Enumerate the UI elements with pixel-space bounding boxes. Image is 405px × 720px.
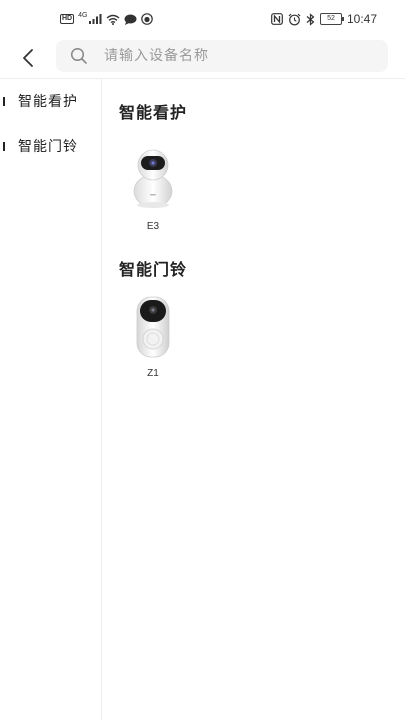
search-header	[0, 38, 405, 78]
status-bar-right: 52 10:47	[271, 12, 377, 26]
category-sidebar: 智能看护 智能门铃	[0, 79, 102, 720]
chat-icon	[124, 14, 137, 25]
chevron-left-icon	[23, 49, 33, 67]
wifi-icon	[107, 14, 120, 25]
bluetooth-icon	[306, 12, 315, 26]
alarm-icon	[288, 13, 301, 25]
status-bar-left: HD 4G	[60, 11, 154, 26]
device-list: 智能看护 E3 智能门铃 Z1	[102, 79, 405, 720]
battery-icon: 52	[319, 13, 344, 25]
pan-tilt-camera-icon	[133, 149, 173, 208]
status-bar: HD 4G 52 10:47	[0, 0, 405, 38]
video-doorbell-icon	[136, 296, 170, 358]
nfc-icon	[271, 13, 283, 25]
network-type-label: 4G	[78, 11, 88, 19]
sidebar-item-marker	[3, 141, 5, 151]
device-label: E3	[146, 221, 160, 232]
section-title-care: 智能看护	[119, 103, 188, 122]
hd-icon: HD	[60, 14, 75, 24]
status-time: 10:47	[346, 12, 377, 26]
device-card-z1[interactable]: Z1	[118, 295, 188, 385]
back-button[interactable]	[12, 42, 44, 74]
sidebar-item-label: 智能看护	[18, 94, 78, 110]
search-input[interactable]	[102, 47, 366, 65]
battery-level: 52	[327, 15, 335, 22]
signal-icon	[89, 14, 102, 24]
sidebar-item-doorbell[interactable]: 智能门铃	[0, 124, 100, 168]
sidebar-item-marker	[3, 96, 5, 106]
app-icon	[141, 13, 154, 25]
device-label: Z1	[147, 368, 159, 379]
sidebar-item-label: 智能门铃	[18, 139, 78, 155]
search-icon	[70, 47, 88, 65]
search-box[interactable]	[56, 40, 388, 72]
sidebar-item-care[interactable]: 智能看护	[0, 79, 100, 123]
section-title-doorbell: 智能门铃	[119, 260, 188, 279]
device-card-e3[interactable]: E3	[118, 147, 188, 237]
